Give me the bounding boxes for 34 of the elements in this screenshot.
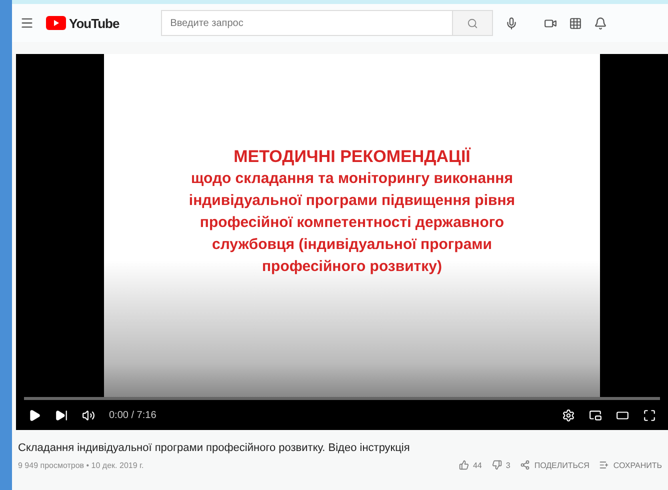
save-icon xyxy=(599,460,610,470)
view-count: 9 949 просмотров • 10 дек. 2019 г. xyxy=(18,460,145,470)
play-logo-icon xyxy=(46,16,66,30)
theater-button[interactable] xyxy=(616,408,629,422)
slide-text: професійної компетентності державного xyxy=(200,213,504,233)
next-button[interactable] xyxy=(55,408,68,422)
like-icon xyxy=(458,460,469,470)
volume-button[interactable] xyxy=(82,408,95,422)
fullscreen-button[interactable] xyxy=(643,408,656,422)
play-button[interactable] xyxy=(28,408,41,422)
time-display: 0:00 / 7:16 xyxy=(109,410,156,420)
video-title: Складання індивідуальної програми професійного розвитку. Відео інструкція xyxy=(18,442,411,454)
save-button[interactable]: СОХРАНИТЬ xyxy=(599,460,662,470)
share-button[interactable]: ПОДЕЛИТЬСЯ xyxy=(520,460,590,470)
slide-text: індивідуальної програми підвищення рівня xyxy=(188,191,516,211)
slide-text: службовця (індивідуальної програми xyxy=(212,235,492,255)
slide-text: МЕТОДИЧНІ РЕКОМЕНДАЦІЇ xyxy=(234,146,470,168)
youtube-logo[interactable]: YouTube xyxy=(46,16,120,30)
slide-text: професійного розвитку) xyxy=(262,257,442,277)
slide-text: щодо складання та моніторингу виконання xyxy=(191,169,513,189)
video-player[interactable] xyxy=(16,54,668,430)
miniplayer-button[interactable] xyxy=(589,408,602,422)
bell-icon[interactable] xyxy=(594,16,608,30)
settings-button[interactable] xyxy=(562,408,575,422)
search-field[interactable]: Введите запрос xyxy=(161,10,494,36)
apps-icon[interactable] xyxy=(569,16,582,30)
like-button[interactable]: 44 xyxy=(458,460,482,470)
dislike-icon xyxy=(492,460,502,470)
share-icon xyxy=(520,460,530,470)
dislike-button[interactable]: 3 xyxy=(492,460,510,470)
search-icon xyxy=(467,18,478,28)
video-camera-icon[interactable] xyxy=(544,16,558,30)
menu-icon[interactable] xyxy=(20,16,34,30)
microphone-icon[interactable] xyxy=(505,16,518,30)
